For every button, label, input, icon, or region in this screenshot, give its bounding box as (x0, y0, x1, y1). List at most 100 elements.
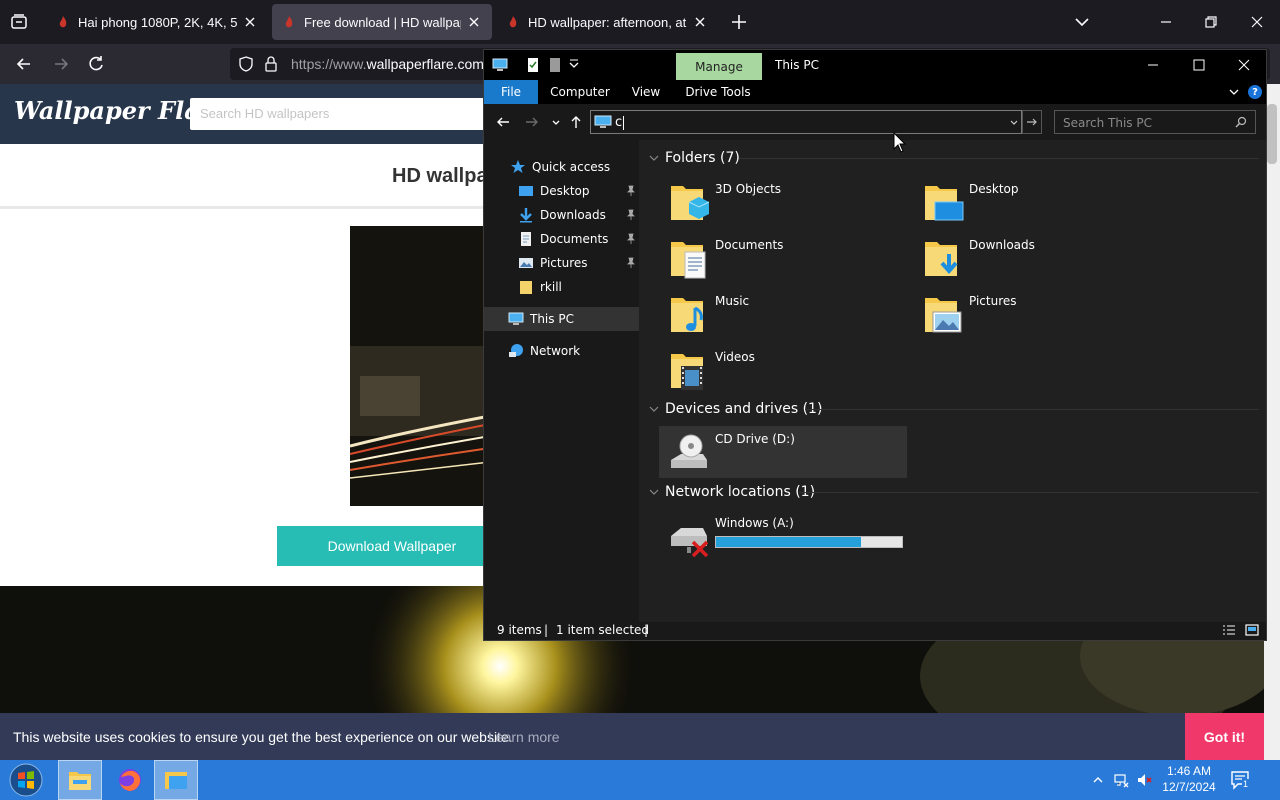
browser-tab-active[interactable]: Free download | HD wallpaper: (272, 4, 492, 40)
close-tab-icon[interactable] (693, 14, 708, 30)
folder-downloads[interactable]: Downloads (913, 232, 1161, 284)
drive-cd-d[interactable]: CD Drive (D:) (659, 426, 907, 478)
folder-pictures[interactable]: Pictures (913, 288, 1161, 340)
nav-this-pc[interactable]: This PC (484, 307, 639, 331)
taskbar-explorer-window[interactable] (154, 760, 198, 800)
network-drive-windows-a[interactable]: Windows (A:) (659, 510, 907, 562)
lock-icon[interactable] (264, 56, 278, 72)
pin-icon[interactable] (626, 209, 636, 221)
nav-pictures[interactable]: Pictures (518, 251, 588, 275)
browser-tab[interactable]: HD wallpaper: afternoon, at ph (496, 4, 718, 40)
pin-icon[interactable] (626, 257, 636, 269)
system-clock[interactable]: 1:46 AM 12/7/2024 (1158, 763, 1220, 795)
reload-icon[interactable] (86, 54, 106, 74)
expand-ribbon-chevron-icon[interactable] (1228, 86, 1240, 98)
new-folder-icon[interactable] (547, 57, 563, 73)
pin-icon[interactable] (626, 233, 636, 245)
large-icons-view-icon[interactable] (1245, 624, 1259, 636)
back-arrow-icon[interactable] (495, 114, 511, 130)
forward-arrow-icon[interactable] (524, 114, 540, 130)
forward-arrow-icon[interactable] (51, 54, 71, 74)
search-icon[interactable] (1235, 116, 1247, 128)
back-arrow-icon[interactable] (14, 54, 34, 74)
properties-icon[interactable] (525, 57, 541, 73)
cookie-accept-button[interactable]: Got it! (1185, 713, 1264, 760)
group-header-network-locations[interactable]: Network locations (1) (649, 482, 815, 502)
page-title: HD wallpa (392, 165, 488, 187)
tab-title: Free download | HD wallpaper: (304, 14, 461, 30)
start-button[interactable] (6, 762, 46, 798)
learn-more-link[interactable]: Learn more (488, 729, 560, 745)
group-divider (805, 409, 1259, 410)
show-hidden-icons-chevron-icon[interactable] (1090, 772, 1106, 788)
volume-muted-icon[interactable] (1136, 772, 1152, 788)
taskbar-file-explorer[interactable] (58, 760, 102, 800)
tab-title: Hai phong 1080P, 2K, 4K, 5K HD (78, 14, 237, 30)
restore-icon[interactable] (1201, 12, 1221, 32)
nav-network[interactable]: Network (508, 339, 580, 363)
browser-tab[interactable]: Hai phong 1080P, 2K, 4K, 5K HD (46, 4, 268, 40)
address-dropdown-chevron-icon[interactable] (1009, 118, 1019, 128)
network-disconnected-icon[interactable] (1113, 772, 1129, 788)
taskbar-firefox[interactable] (108, 760, 152, 800)
folder-videos[interactable]: Videos (659, 344, 907, 396)
tab-drive-tools[interactable]: Drive Tools (684, 80, 752, 104)
minimize-icon[interactable] (1130, 50, 1175, 80)
star-icon (511, 160, 525, 173)
tab-overflow-chevron-icon[interactable] (1072, 12, 1092, 32)
flame-favicon-icon (59, 16, 67, 28)
wallpaper-thumbnail[interactable] (350, 226, 490, 506)
pictures-folder-icon (925, 298, 962, 333)
scrollbar-thumb[interactable] (1267, 104, 1277, 164)
download-wallpaper-button[interactable]: Download Wallpaper (277, 526, 507, 566)
maximize-icon[interactable] (1176, 50, 1221, 80)
group-header-devices[interactable]: Devices and drives (1) (649, 399, 822, 419)
window-title: This PC (775, 58, 819, 72)
file-explorer-icon (69, 772, 91, 790)
go-button[interactable] (1022, 110, 1042, 134)
up-arrow-icon[interactable] (568, 114, 584, 130)
customize-toolbar-chevron-icon[interactable] (566, 57, 582, 73)
group-divider (739, 158, 1259, 159)
list-all-tabs-icon[interactable] (10, 13, 28, 31)
clock-date: 12/7/2024 (1162, 780, 1216, 794)
this-pc-monitor-icon (594, 115, 612, 128)
cookie-message: This website uses cookies to ensure you … (13, 729, 513, 745)
tab-computer[interactable]: Computer (550, 80, 610, 104)
nav-documents[interactable]: Documents (518, 227, 608, 251)
folder-desktop[interactable]: Desktop (913, 176, 1161, 228)
folder-3d-objects[interactable]: 3D Objects (659, 176, 907, 228)
nav-downloads[interactable]: Downloads (518, 203, 606, 227)
close-tab-icon[interactable] (467, 14, 482, 30)
nav-quick-access[interactable]: Quick access (510, 155, 610, 179)
item-count: 9 items (497, 623, 542, 637)
tracking-shield-icon[interactable] (238, 56, 254, 72)
details-view-icon[interactable] (1222, 624, 1236, 636)
3d-objects-folder-icon (671, 186, 710, 220)
site-search-input[interactable]: Search HD wallpapers (190, 98, 510, 130)
firefox-icon (119, 769, 141, 791)
tab-view[interactable]: View (626, 80, 666, 104)
folder-music[interactable]: Music (659, 288, 907, 340)
folder-documents[interactable]: Documents (659, 232, 907, 284)
close-tab-icon[interactable] (243, 14, 258, 30)
close-window-icon[interactable] (1221, 50, 1266, 80)
selection-count: 1 item selected (556, 623, 650, 637)
nav-desktop[interactable]: Desktop (518, 179, 590, 203)
tab-file[interactable]: File (484, 80, 538, 104)
this-pc-monitor-icon[interactable] (492, 57, 508, 73)
group-header-folders[interactable]: Folders (7) (649, 148, 740, 168)
recent-locations-chevron-icon[interactable] (548, 114, 564, 130)
search-placeholder: Search This PC (1063, 116, 1152, 130)
new-tab-plus-icon[interactable] (729, 12, 749, 32)
search-this-pc-input[interactable]: Search This PC (1054, 110, 1256, 134)
videos-folder-icon (671, 354, 703, 390)
pin-icon[interactable] (626, 185, 636, 197)
minimize-icon[interactable] (1156, 12, 1176, 32)
address-bar-input[interactable]: c (590, 110, 1022, 134)
help-icon[interactable]: ? (1248, 85, 1262, 99)
action-center-button[interactable]: 1 (1230, 770, 1252, 790)
nav-rkill[interactable]: rkill (518, 275, 562, 299)
close-window-icon[interactable] (1247, 12, 1267, 32)
manage-context-tab[interactable]: Manage (676, 53, 762, 80)
